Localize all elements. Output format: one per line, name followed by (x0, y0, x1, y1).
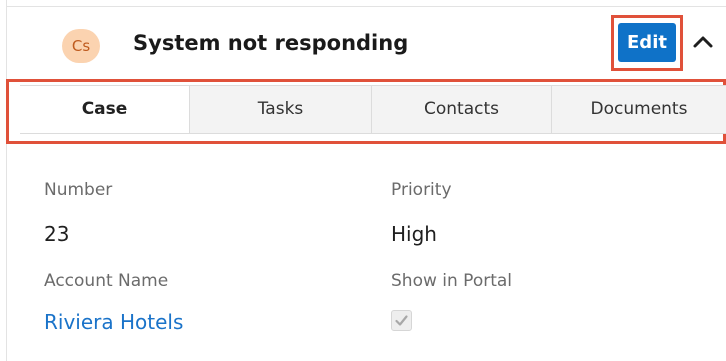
case-record-view: Cs System not responding Edit Case Tasks… (0, 0, 726, 361)
tab-contacts[interactable]: Contacts (372, 86, 552, 133)
chevron-up-icon[interactable] (690, 31, 716, 53)
checkmark-icon (395, 315, 408, 326)
tab-case[interactable]: Case (20, 86, 190, 133)
number-value: 23 (44, 222, 70, 246)
record-avatar: Cs (62, 29, 100, 63)
card-border-left (6, 0, 7, 361)
tab-documents[interactable]: Documents (552, 86, 726, 133)
tab-tasks[interactable]: Tasks (190, 86, 372, 133)
number-label: Number (44, 180, 113, 200)
edit-button[interactable]: Edit (618, 23, 676, 62)
account-name-link[interactable]: Riviera Hotels (44, 310, 183, 334)
account-name-label: Account Name (44, 271, 169, 291)
priority-value: High (391, 222, 437, 246)
tab-bar: Case Tasks Contacts Documents (20, 85, 726, 134)
record-title: System not responding (133, 31, 409, 55)
card-border-top (6, 6, 726, 7)
priority-label: Priority (391, 180, 452, 200)
show-in-portal-checkbox (391, 310, 412, 331)
show-in-portal-label: Show in Portal (391, 271, 513, 291)
